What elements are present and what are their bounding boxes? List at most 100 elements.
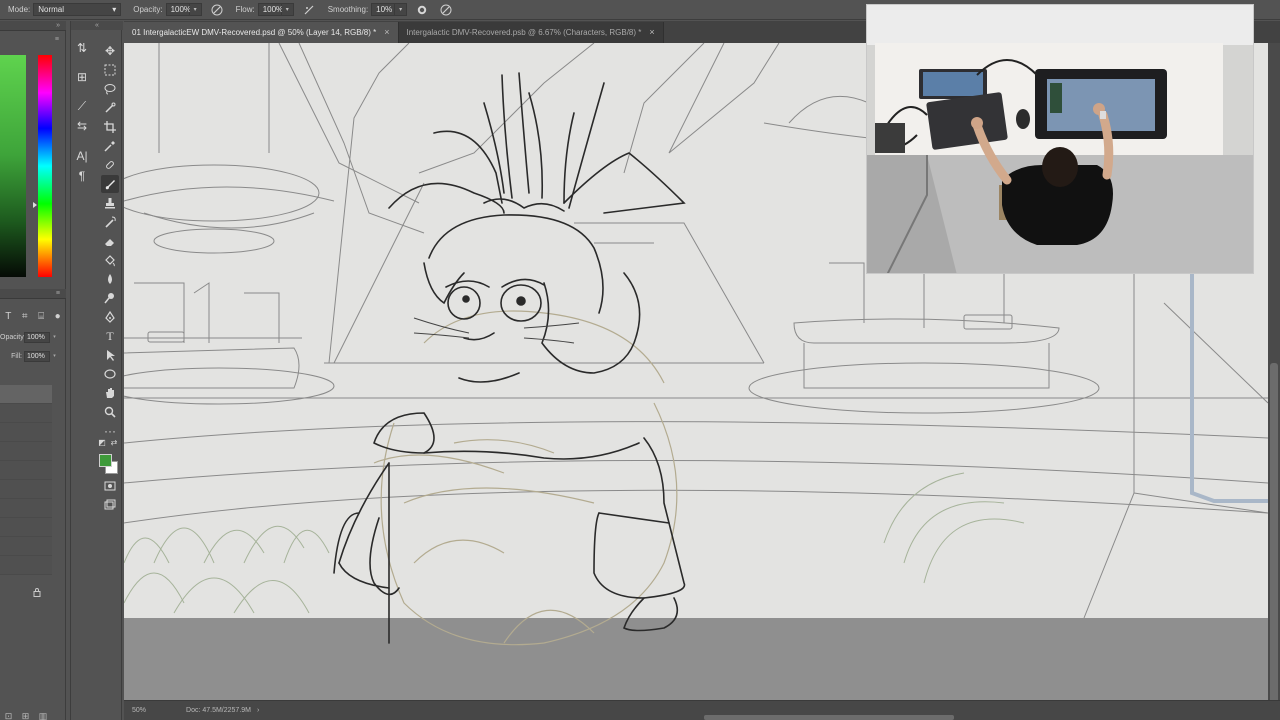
layers-panel-header: ≡ (0, 289, 66, 299)
doc-info: Doc: 47.5M/2257.9M (186, 707, 251, 714)
zoom-level[interactable]: 50% (132, 707, 146, 714)
pressure-size-icon[interactable] (439, 3, 453, 17)
default-colors-icon[interactable]: ◩ (97, 438, 107, 448)
quick-mask-icon[interactable] (101, 477, 119, 495)
healing-tool-icon[interactable] (101, 156, 119, 174)
channels-tool-icon[interactable]: ⇆ (73, 117, 91, 135)
layer-row[interactable] (0, 404, 52, 423)
swap-colors-icon[interactable]: ⇄ (109, 438, 119, 448)
hue-slider-handle[interactable] (33, 202, 37, 208)
hand-tool-icon[interactable] (101, 384, 119, 402)
eraser-tool-icon[interactable] (101, 232, 119, 250)
opacity-label: Opacity: (133, 5, 163, 14)
airbrush-icon[interactable] (302, 3, 316, 17)
quick-select-tool-icon[interactable] (101, 99, 119, 117)
pen-tool-icon[interactable] (101, 308, 119, 326)
flow-label: Flow: (235, 5, 255, 14)
smoothing-dropdown[interactable]: ▾ (395, 3, 408, 16)
webcam-video-frame (867, 5, 1253, 273)
shape-tool-icon[interactable] (101, 365, 119, 383)
zoom-tool-icon[interactable] (101, 403, 119, 421)
tools-bar: « ⇅ ⊞ ⟋ ⇆ A| ¶ ✥ T ··· ◩ ⇄ (70, 21, 123, 720)
layer-fill-input[interactable]: 100% (24, 350, 50, 362)
flow-dropdown[interactable]: ▾ (281, 3, 294, 16)
crop-tool-icon[interactable] (101, 118, 119, 136)
link-layers-icon[interactable]: ⊡ (5, 711, 13, 720)
layer-row[interactable] (0, 385, 52, 404)
chevron-right-icon[interactable]: › (257, 707, 259, 714)
opacity-input[interactable]: 100% (165, 3, 191, 16)
lock-position-icon[interactable]: ⌗ (22, 311, 28, 322)
stamp-tool-icon[interactable] (101, 194, 119, 212)
screen-mode-icon[interactable] (101, 496, 119, 514)
lock-artboard-icon[interactable]: ⌸ (38, 311, 44, 322)
layer-row[interactable] (0, 423, 52, 442)
new-layer-icon[interactable]: ⊞ (22, 711, 30, 720)
chevron-down-icon[interactable]: ▾ (50, 353, 59, 359)
pressure-opacity-icon[interactable] (210, 3, 224, 17)
mode-value: Normal (38, 5, 65, 14)
blur-tool-icon[interactable] (101, 270, 119, 288)
vertical-scroll-thumb[interactable] (1270, 363, 1278, 703)
opacity-dropdown[interactable]: ▾ (189, 3, 202, 16)
layer-row[interactable] (0, 537, 52, 556)
brush-tool-icon[interactable] (101, 175, 119, 193)
layer-opacity-input[interactable]: 100% (24, 331, 50, 343)
dodge-tool-icon[interactable] (101, 289, 119, 307)
collapse-arrows-icon[interactable]: » (56, 21, 60, 31)
smoothing-label: Smoothing: (327, 5, 369, 14)
close-icon[interactable]: × (649, 22, 654, 43)
lasso-tool-icon[interactable] (101, 80, 119, 98)
history-brush-icon[interactable] (101, 213, 119, 231)
gear-icon[interactable] (415, 3, 429, 17)
marquee-tool-icon[interactable] (101, 61, 119, 79)
color-layers-panel: » ≡ ≡ T ⌗ ⌸ ● Opacity: 100% ▾ Fill: 100%… (0, 21, 66, 720)
lock-icon[interactable] (32, 584, 42, 597)
panel-menu-icon[interactable]: ≡ (55, 36, 59, 43)
mode-select[interactable]: Normal ▾ (33, 3, 122, 16)
layer-lock-icons: T ⌗ ⌸ ● (0, 309, 66, 323)
gradient-tool-icon[interactable] (101, 251, 119, 269)
layer-row[interactable] (0, 442, 52, 461)
photoshop-window: Mode: Normal ▾ Opacity: 100% ▾ Flow: 100%… (0, 0, 1280, 720)
hue-slider[interactable] (38, 55, 52, 277)
panel-collapse-bar[interactable]: » (0, 21, 66, 31)
vertical-scrollbar[interactable] (1268, 43, 1280, 703)
delete-layer-icon[interactable]: ▥ (39, 711, 48, 720)
layer-opacity-row: Opacity: 100% ▾ (0, 330, 66, 344)
adjust-tool-icon[interactable]: ⟋ (73, 97, 91, 115)
eyedropper-tool-icon[interactable] (101, 137, 119, 155)
type-tool-icon[interactable]: T (101, 327, 119, 345)
smoothing-input[interactable]: 10% (371, 3, 396, 16)
lock-all-icon[interactable]: ● (55, 311, 61, 322)
color-picker-field[interactable] (0, 55, 26, 277)
layers-bottom-icons: ⊡ ⊞ ▥ (0, 711, 52, 720)
tab-document-2[interactable]: Intergalactic DMV-Recovered.psb @ 6.67% … (398, 22, 664, 43)
horizontal-scroll-thumb[interactable] (704, 715, 954, 720)
foreground-color-swatch[interactable] (99, 454, 112, 467)
content-aware-tool-icon[interactable]: ⊞ (73, 68, 91, 86)
layer-fill-label: Fill: (11, 352, 22, 360)
move-tool-icon[interactable]: ✥ (101, 42, 119, 60)
layers-menu-icon[interactable]: ≡ (56, 290, 60, 297)
path-select-tool-icon[interactable] (101, 346, 119, 364)
status-bar: 50% Doc: 47.5M/2257.9M › (124, 700, 1280, 720)
lock-text-icon[interactable]: T (5, 311, 11, 322)
tab-label: Intergalactic DMV-Recovered.psb @ 6.67% … (406, 28, 642, 37)
tab-document-1[interactable]: 01 IntergalacticEW DMV-Recovered.psd @ 5… (124, 22, 399, 43)
layer-row[interactable] (0, 518, 52, 537)
chevron-down-icon[interactable]: ▾ (50, 334, 59, 340)
layer-row[interactable] (0, 499, 52, 518)
close-icon[interactable]: × (384, 22, 389, 43)
character-panel-icon[interactable]: A| (73, 147, 91, 165)
layer-row[interactable] (0, 556, 52, 575)
artboard-tool-icon[interactable]: ⇅ (73, 39, 91, 57)
tab-label: 01 IntergalacticEW DMV-Recovered.psd @ 5… (132, 28, 377, 37)
flow-input[interactable]: 100% (257, 3, 283, 16)
layer-list (0, 385, 52, 585)
tools-collapse[interactable]: « (71, 21, 123, 30)
paragraph-panel-icon[interactable]: ¶ (73, 167, 91, 185)
layer-row[interactable] (0, 480, 52, 499)
layer-row[interactable] (0, 461, 52, 480)
chevron-down-icon: ▾ (112, 5, 117, 14)
